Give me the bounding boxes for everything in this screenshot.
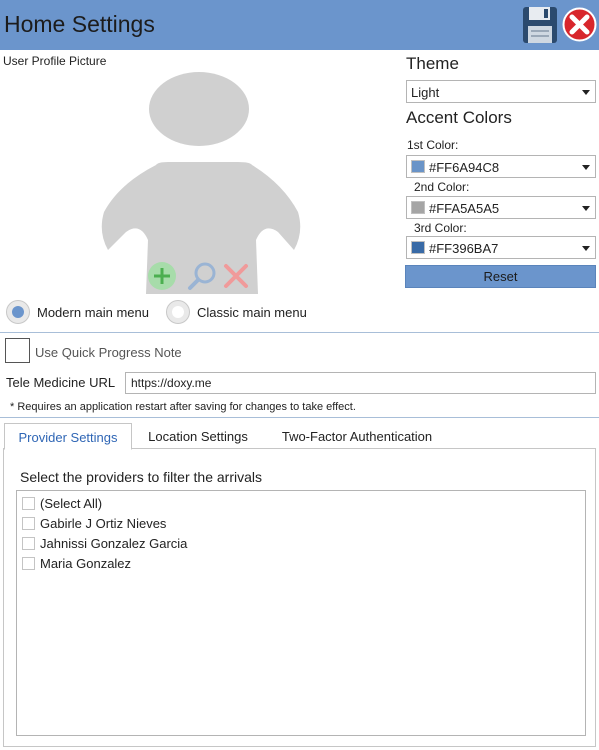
close-button[interactable]	[562, 7, 597, 42]
chevron-down-icon	[582, 206, 590, 211]
color-swatch	[411, 241, 425, 254]
list-item-label: Gabirle J Ortiz Nieves	[40, 515, 167, 531]
color3-select[interactable]: #FF396BA7	[406, 236, 596, 259]
color3-label: 3rd Color:	[414, 221, 467, 235]
tele-medicine-url-input[interactable]	[125, 372, 596, 394]
close-icon	[562, 7, 597, 42]
color3-value: #FF396BA7	[429, 241, 499, 256]
radio-selected-dot	[12, 306, 24, 318]
list-item[interactable]: (Select All)	[22, 494, 102, 512]
theme-value: Light	[411, 85, 440, 100]
save-button[interactable]	[522, 6, 558, 44]
divider	[0, 332, 599, 333]
color1-value: #FF6A94C8	[429, 160, 500, 175]
color2-value: #FFA5A5A5	[429, 201, 500, 216]
checkbox[interactable]	[22, 536, 35, 550]
radio-modern-menu[interactable]: Modern main menu	[6, 299, 149, 325]
list-item-label: Maria Gonzalez	[40, 555, 132, 571]
view-picture-button[interactable]	[186, 260, 218, 292]
checkbox[interactable]	[22, 556, 35, 570]
color1-label: 1st Color:	[407, 138, 459, 152]
profile-picture-label: User Profile Picture	[3, 54, 107, 68]
filter-providers-label: Select the providers to filter the arriv…	[20, 469, 262, 485]
tab-two-factor-authentication[interactable]: Two-Factor Authentication	[265, 423, 449, 449]
color-swatch	[411, 160, 425, 173]
theme-heading: Theme	[406, 54, 459, 73]
delete-picture-button[interactable]	[220, 260, 252, 292]
zoom-icon	[188, 262, 216, 290]
checkbox[interactable]	[22, 496, 35, 510]
checkbox[interactable]	[22, 516, 35, 530]
radio-button[interactable]	[166, 300, 190, 324]
chevron-down-icon	[582, 165, 590, 170]
color-swatch	[411, 201, 425, 214]
add-picture-button[interactable]	[146, 260, 178, 292]
list-item[interactable]: Jahnissi Gonzalez Garcia	[22, 534, 187, 552]
list-item[interactable]: Gabirle J Ortiz Nieves	[22, 514, 166, 532]
chevron-down-icon	[582, 90, 590, 95]
floppy-disk-icon	[523, 7, 557, 43]
radio-classic-menu[interactable]: Classic main menu	[166, 299, 307, 325]
radio-classic-menu-label: Classic main menu	[197, 304, 307, 320]
restart-note: * Requires an application restart after …	[10, 401, 356, 413]
radio-button[interactable]	[6, 300, 30, 324]
accent-colors-heading: Accent Colors	[406, 108, 512, 127]
color2-select[interactable]: #FFA5A5A5	[406, 196, 596, 219]
add-icon	[148, 262, 176, 290]
tab-location-settings[interactable]: Location Settings	[133, 423, 263, 449]
radio-empty-dot	[172, 306, 184, 318]
tele-medicine-label: Tele Medicine URL	[6, 375, 116, 390]
picture-actions	[146, 260, 256, 292]
tab-provider-settings[interactable]: Provider Settings	[4, 423, 132, 450]
title-bar: Home Settings	[0, 0, 599, 50]
quick-progress-checkbox[interactable]	[5, 338, 30, 363]
window-title: Home Settings	[4, 11, 155, 37]
quick-progress-label: Use Quick Progress Note	[35, 345, 182, 360]
list-item-label: (Select All)	[40, 495, 103, 511]
chevron-down-icon	[582, 246, 590, 251]
delete-icon	[224, 264, 248, 288]
providers-list[interactable]: (Select All) Gabirle J Ortiz Nieves Jahn…	[16, 490, 586, 736]
list-item[interactable]: Maria Gonzalez	[22, 554, 131, 572]
color1-select[interactable]: #FF6A94C8	[406, 155, 596, 178]
divider	[0, 417, 599, 418]
reset-button[interactable]: Reset	[405, 265, 596, 288]
color2-label: 2nd Color:	[414, 180, 470, 194]
radio-modern-menu-label: Modern main menu	[37, 304, 149, 320]
list-item-label: Jahnissi Gonzalez Garcia	[40, 535, 188, 551]
theme-select[interactable]: Light	[406, 80, 596, 103]
